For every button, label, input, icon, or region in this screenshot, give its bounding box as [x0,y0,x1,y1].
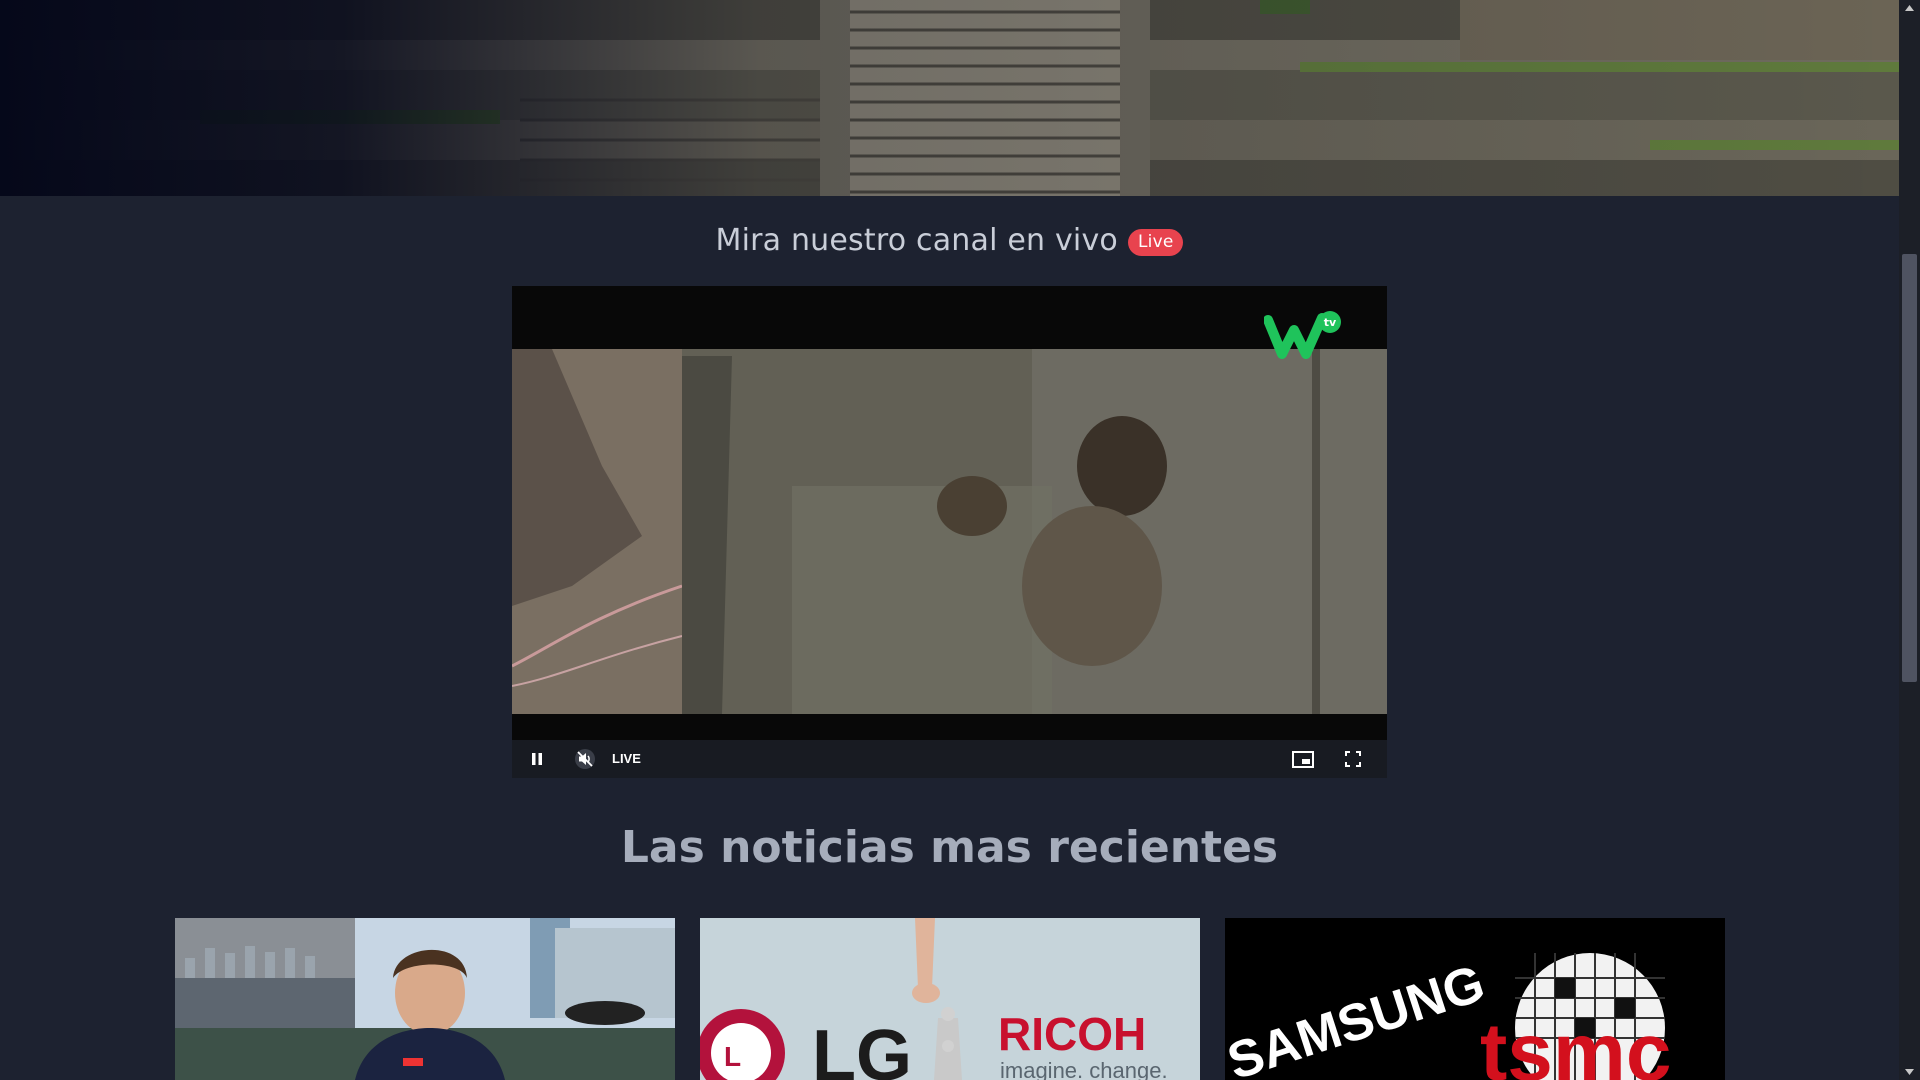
picture-in-picture-icon [1292,750,1314,768]
picture-in-picture-button[interactable] [1288,740,1318,778]
live-title-text: Mira nuestro canal en vivo [715,223,1118,258]
fullscreen-button[interactable] [1338,740,1368,778]
news-card-3[interactable]: SAMSUNG tsmc [1225,918,1725,1080]
svg-text:tv: tv [1324,316,1337,329]
channel-logo-icon: tv [1264,311,1341,359]
mute-button[interactable] [570,740,600,778]
pause-icon [532,753,542,765]
tsmc-logo-text: tsmc [1480,1007,1671,1080]
scroll-up-arrow-icon[interactable] [1899,0,1920,16]
news-card-image-lg-ricoh: L LG RICOH imagine. change. [700,918,1200,1080]
fullscreen-icon [1345,751,1361,767]
scrollbar-thumb[interactable] [1902,254,1917,682]
ricoh-tagline-text: imagine. change. [1000,1058,1168,1080]
page: Mira nuestro canal en vivo Live tv LIVE … [0,0,1899,1080]
news-card-image-formula-1 [175,918,675,1080]
live-section-title: Mira nuestro canal en vivo Live [0,222,1899,258]
vertical-scrollbar[interactable] [1899,0,1920,1080]
news-heading: Las noticias mas recientes [620,822,1279,873]
live-badge: Live [1127,229,1184,256]
svg-text:L: L [724,1041,741,1072]
news-card-2[interactable]: L LG RICOH imagine. change. [700,918,1200,1080]
scroll-down-arrow-icon[interactable] [1899,1064,1920,1080]
hero-banner-image [0,0,1899,196]
news-card-image-samsung-tsmc: SAMSUNG tsmc [1225,918,1725,1080]
pause-button[interactable] [522,740,552,778]
player-controls: LIVE [512,740,1387,778]
news-card-1[interactable] [175,918,675,1080]
lg-logo-text: LG [812,1016,912,1080]
video-player[interactable]: tv LIVE [512,286,1387,778]
ricoh-logo-text: RICOH [998,1008,1146,1060]
live-indicator: LIVE [612,751,641,766]
muted-speaker-icon [575,749,595,769]
video-frame[interactable]: tv [512,286,1387,740]
